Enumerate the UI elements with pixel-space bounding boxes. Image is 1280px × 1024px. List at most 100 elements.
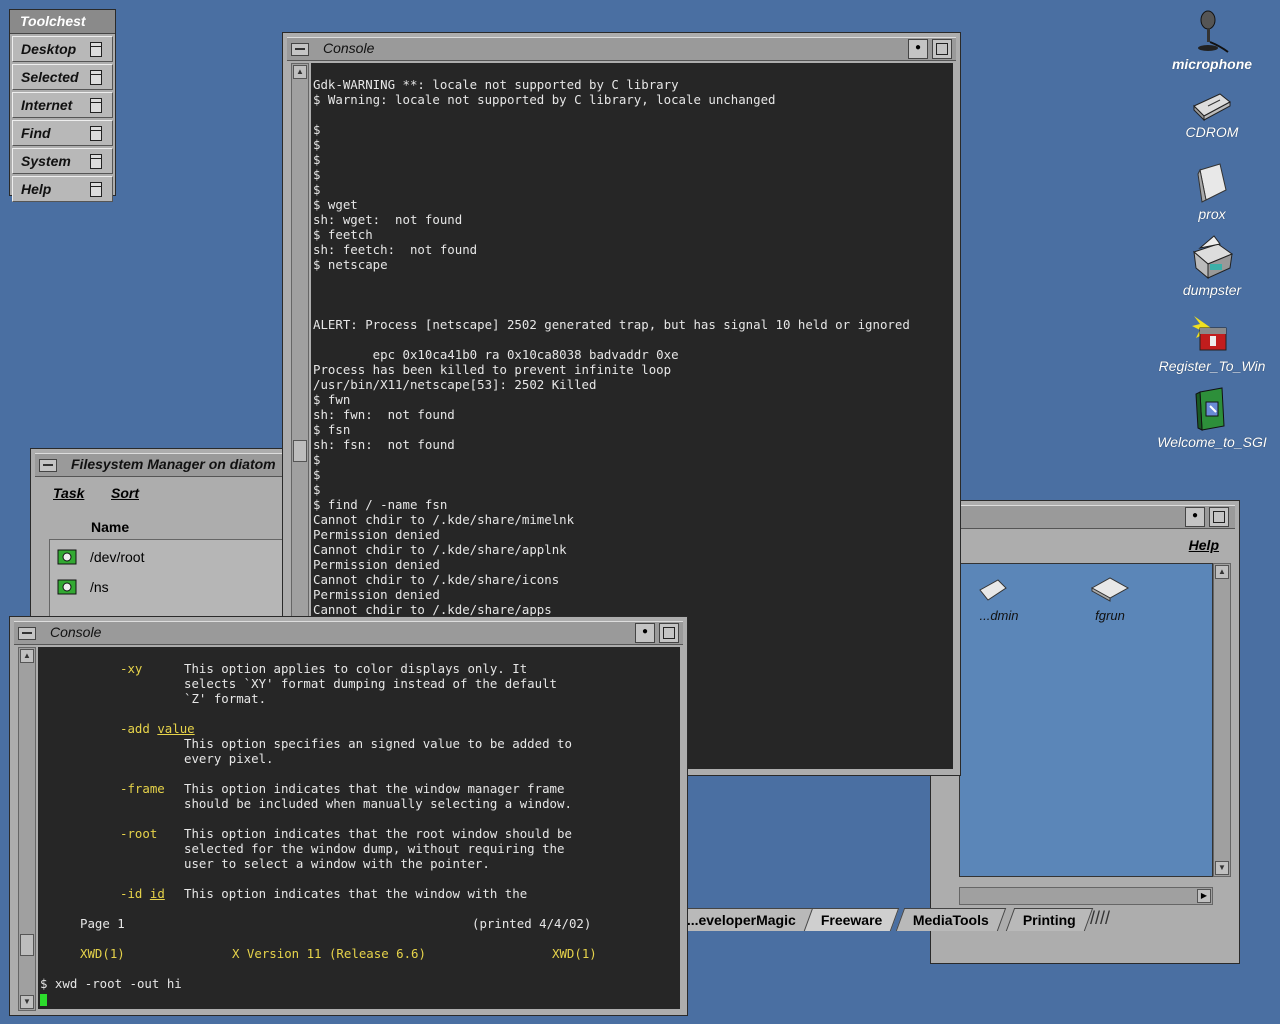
console-line: Cannot chdir to /.kde/share/applnk bbox=[313, 542, 567, 557]
console-line: Gdk-WARNING **: locale not supported by … bbox=[313, 77, 679, 92]
toolchest-internet[interactable]: Internet bbox=[12, 92, 113, 118]
window-menu-icon[interactable] bbox=[18, 627, 36, 640]
toolchest-title[interactable]: Toolchest bbox=[10, 10, 115, 34]
console-line: ALERT: Process [netscape] 2502 generated… bbox=[313, 317, 910, 332]
console-line: sh: wget: not found bbox=[313, 212, 463, 227]
maximize-icon[interactable] bbox=[1209, 507, 1229, 527]
tab-printing[interactable]: Printing bbox=[1005, 908, 1094, 931]
scroll-right-icon[interactable]: ▶ bbox=[1197, 889, 1211, 903]
desktop-icon-label: CDROM bbox=[1185, 124, 1239, 140]
console-man-output[interactable]: -xy This option applies to color display… bbox=[38, 647, 680, 1009]
help-menu[interactable]: Help bbox=[1189, 537, 1219, 553]
minimize-icon[interactable]: ● bbox=[635, 623, 655, 643]
desktop-icon-microphone[interactable]: microphone bbox=[1152, 8, 1272, 72]
cdrom-icon bbox=[1193, 93, 1231, 122]
console-line: Cannot chdir to /.kde/share/mimelnk bbox=[313, 512, 575, 527]
scroll-thumb[interactable] bbox=[293, 440, 307, 462]
console-line: $ bbox=[313, 467, 321, 482]
man-desc: This option indicates that the window wi… bbox=[184, 886, 528, 901]
terminal-cursor bbox=[40, 991, 47, 1006]
console-line: $ feetch bbox=[313, 227, 373, 242]
scroll-up-icon[interactable]: ▲ bbox=[293, 65, 307, 79]
toolchest-desktop[interactable]: Desktop bbox=[12, 36, 113, 62]
console-man-scrollbar[interactable]: ▲ ▼ bbox=[18, 647, 36, 1011]
page-icon bbox=[1090, 577, 1130, 602]
window-menu-icon[interactable] bbox=[39, 459, 57, 472]
toolchest-system[interactable]: System bbox=[12, 148, 113, 174]
column-header-name[interactable]: Name bbox=[91, 519, 129, 535]
icon-catalog-titlebar[interactable]: ● bbox=[935, 505, 1235, 529]
toolchest-selected[interactable]: Selected bbox=[12, 64, 113, 90]
desktop-icon-cdrom[interactable]: CDROM bbox=[1152, 92, 1272, 140]
man-option: -root bbox=[120, 826, 158, 841]
man-option: -add value bbox=[120, 721, 195, 736]
folder-icon bbox=[1197, 163, 1227, 203]
menu-sort[interactable]: Sort bbox=[111, 485, 139, 501]
desktop-icon-prox[interactable]: prox bbox=[1152, 160, 1272, 222]
desktop-icon-welcome[interactable]: Welcome_to_SGI bbox=[1152, 386, 1272, 450]
window-menu-icon[interactable] bbox=[291, 43, 309, 56]
tab-developermagic[interactable]: ...eveloperMagic bbox=[669, 908, 814, 931]
toolchest-find[interactable]: Find bbox=[12, 120, 113, 146]
maximize-icon[interactable] bbox=[932, 39, 952, 59]
man-desc: This option indicates that the root wind… bbox=[184, 826, 572, 871]
console-line: $ bbox=[313, 167, 321, 182]
disk-icon bbox=[57, 549, 77, 565]
catalog-icon-fgrun[interactable]: fgrun bbox=[1070, 577, 1150, 623]
console-line: Permission denied bbox=[313, 527, 440, 542]
menu-task[interactable]: Task bbox=[53, 485, 84, 501]
console-line: Process has been killed to prevent infin… bbox=[313, 362, 672, 377]
drawer-icon bbox=[90, 182, 102, 197]
man-desc: This option applies to color displays on… bbox=[184, 661, 557, 706]
console-line: $ bbox=[313, 137, 321, 152]
desktop-icon-register[interactable]: Register_To_Win bbox=[1152, 310, 1272, 374]
console-line: $ find / -name fsn bbox=[313, 497, 448, 512]
console-line: $ fsn bbox=[313, 422, 351, 437]
scroll-down-icon[interactable]: ▼ bbox=[20, 995, 34, 1009]
toolchest: Toolchest Desktop Selected Internet Find… bbox=[9, 9, 116, 202]
console-man-titlebar[interactable]: Console ● bbox=[14, 621, 683, 645]
console-line: Permission denied bbox=[313, 557, 440, 572]
console-main-titlebar[interactable]: Console ● bbox=[287, 37, 956, 61]
desktop-icon-label: Welcome_to_SGI bbox=[1157, 434, 1267, 450]
tab-mediatools[interactable]: MediaTools bbox=[895, 908, 1007, 931]
shell-prompt: $ xwd -root -out hi bbox=[40, 976, 182, 991]
scroll-up-icon[interactable]: ▲ bbox=[1215, 565, 1229, 579]
drawer-icon bbox=[90, 42, 102, 57]
tab-overflow-icon[interactable]: //// bbox=[1090, 908, 1122, 930]
man-option: -id id bbox=[120, 886, 165, 901]
console-line: $ bbox=[313, 182, 321, 197]
tab-freeware[interactable]: Freeware bbox=[803, 908, 900, 931]
catalog-horizontal-scrollbar[interactable]: ▶ bbox=[959, 887, 1213, 905]
catalog-icon-admin[interactable]: ...dmin bbox=[964, 579, 1034, 623]
drawer-icon bbox=[90, 98, 102, 113]
drawer-icon bbox=[90, 154, 102, 169]
register-icon bbox=[1192, 316, 1227, 351]
console-line: sh: feetch: not found bbox=[313, 242, 478, 257]
console-line: sh: fsn: not found bbox=[313, 437, 455, 452]
console-line: $ bbox=[313, 152, 321, 167]
toolchest-help[interactable]: Help bbox=[12, 176, 113, 202]
maximize-icon[interactable] bbox=[659, 623, 679, 643]
console-line: Cannot chdir to /.kde/share/icons bbox=[313, 572, 560, 587]
minimize-icon[interactable]: ● bbox=[1185, 507, 1205, 527]
minimize-icon[interactable]: ● bbox=[908, 39, 928, 59]
catalog-vertical-scrollbar[interactable]: ▲ ▼ bbox=[1213, 563, 1231, 877]
console-window-man: Console ● ▲ ▼ -xy This option applies to… bbox=[9, 616, 688, 1016]
disk-icon bbox=[57, 579, 77, 595]
console-line: sh: fwn: not found bbox=[313, 407, 455, 422]
console-line: $ bbox=[313, 122, 321, 137]
desktop-icon-dumpster[interactable]: dumpster bbox=[1152, 234, 1272, 298]
console-main-title: Console bbox=[323, 40, 375, 56]
man-footer-right: XWD(1) bbox=[552, 946, 597, 961]
scroll-up-icon[interactable]: ▲ bbox=[20, 649, 34, 663]
microphone-icon bbox=[1198, 10, 1229, 53]
scroll-thumb[interactable] bbox=[20, 934, 34, 956]
console-line: /usr/bin/X11/netscape[53]: 2502 Killed bbox=[313, 377, 597, 392]
desktop-icon-label: Register_To_Win bbox=[1158, 358, 1266, 374]
man-printed-date: (printed 4/4/02) bbox=[472, 916, 592, 931]
console-line: Permission denied bbox=[313, 587, 440, 602]
scroll-down-icon[interactable]: ▼ bbox=[1215, 861, 1229, 875]
